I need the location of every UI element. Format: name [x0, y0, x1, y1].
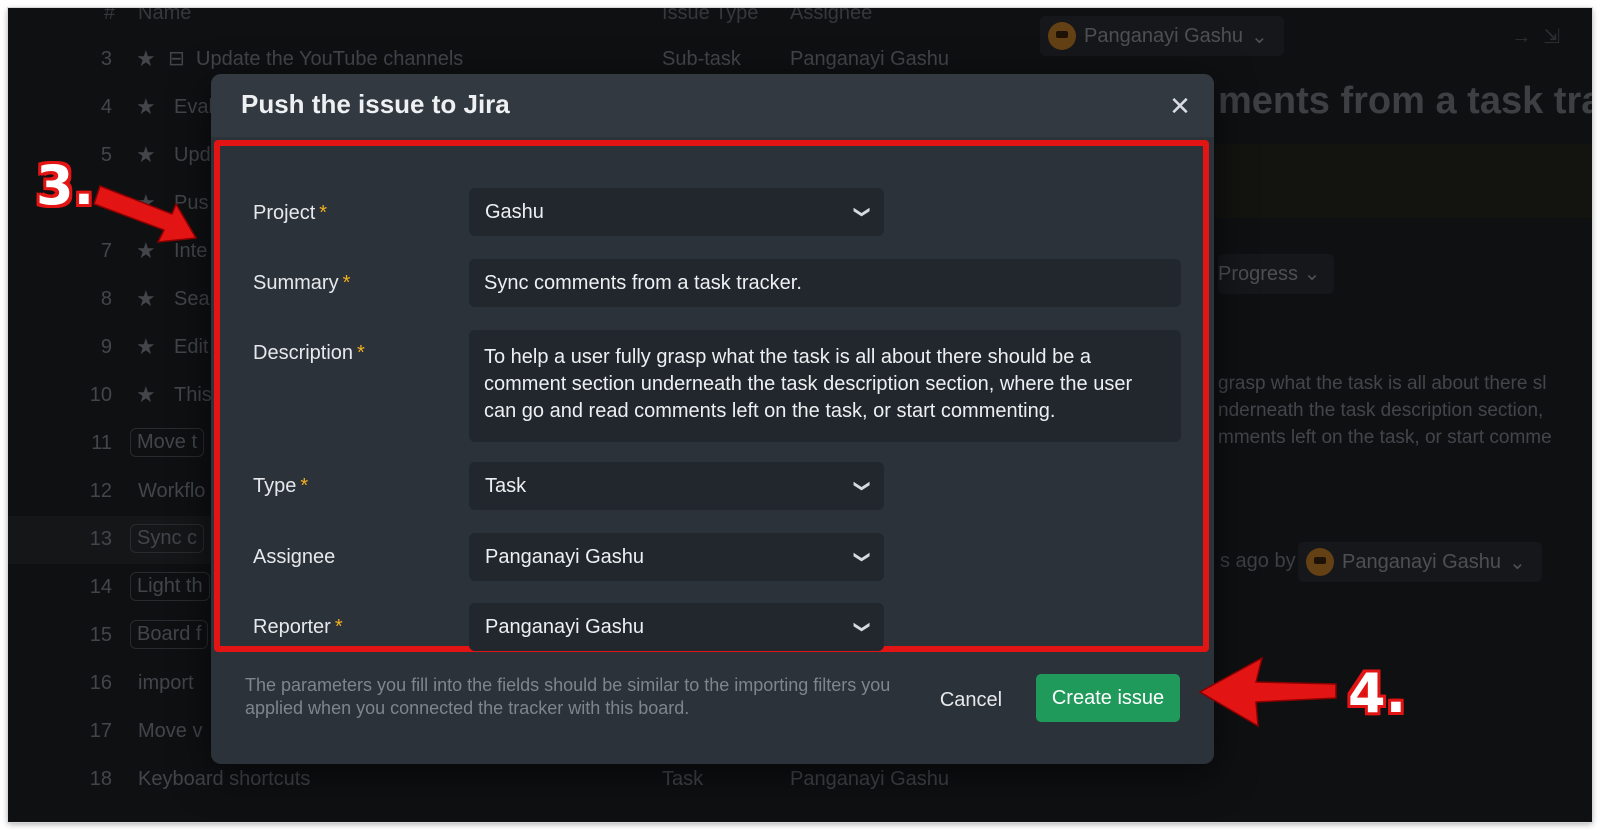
step-3-label: 3. [36, 154, 95, 217]
step-3-arrow [93, 185, 198, 243]
step-4-label: 4. [1348, 662, 1407, 725]
step-4-arrow [1198, 656, 1337, 728]
app-window: # Name Issue Type Assignee 3 ★ ⊟ Update … [8, 8, 1592, 822]
